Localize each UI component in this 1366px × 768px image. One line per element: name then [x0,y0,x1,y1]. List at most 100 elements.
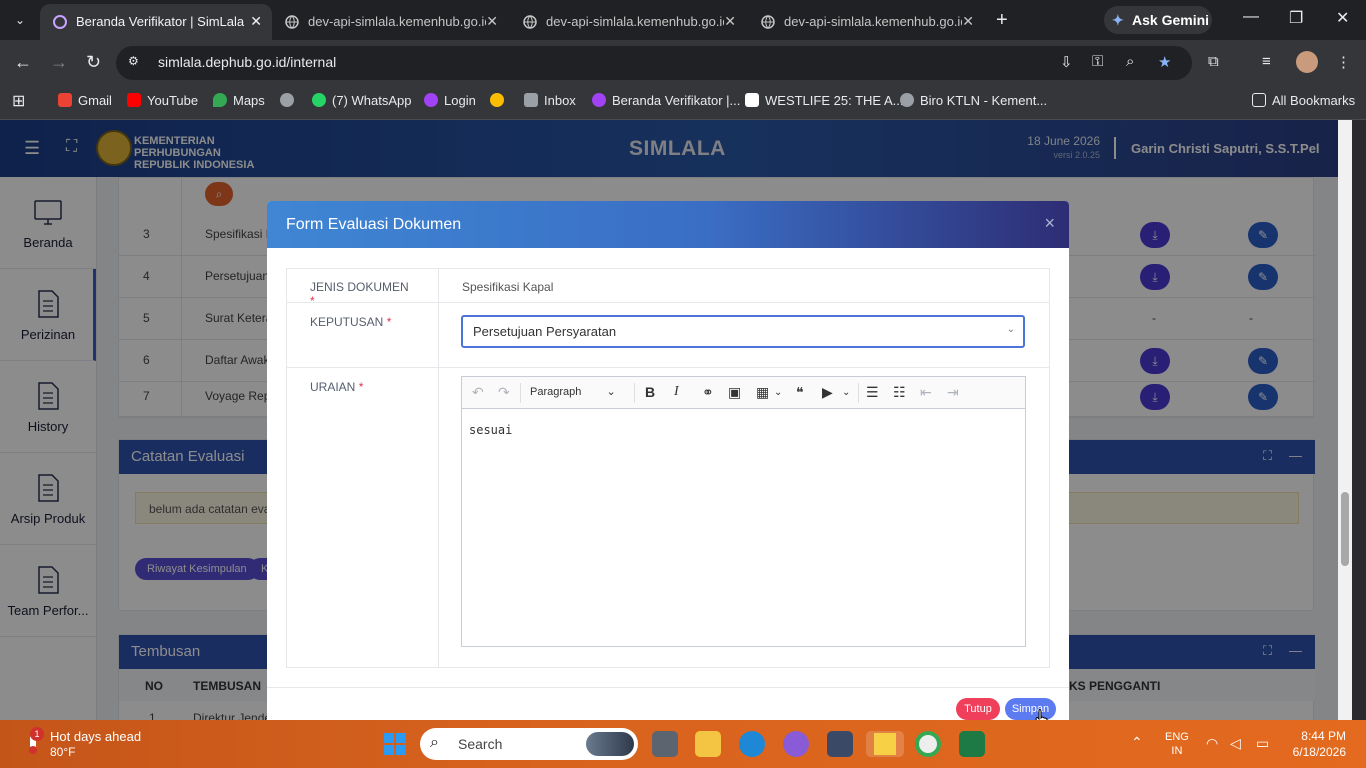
tab-close-icon[interactable]: ✕ [250,13,262,30]
browser-tab-strip: ⌄ Beranda Verifikator | SimLala ✕ dev-ap… [0,0,1366,40]
keputusan-select[interactable]: Persetujuan Persyaratan ⌄ [461,315,1025,348]
bookmark-label: Maps [233,93,265,108]
tab-search-dropdown-icon[interactable]: ⌄ [8,8,32,32]
install-app-icon[interactable]: ⇩ [1060,53,1073,71]
form-evaluasi-modal: Form Evaluasi Dokumen × JENIS DOKUMEN * … [267,201,1069,720]
language-indicator[interactable]: ENG IN [1165,730,1189,758]
bookmark-gmail[interactable]: Gmail [58,93,112,108]
heading-dropdown[interactable]: Paragraph ⌄ [530,385,616,398]
bold-icon[interactable]: B [645,384,655,400]
address-bar[interactable]: ⚙ simlala.dephub.go.id/internal ⇩ ⚿ ⌕ ★ [116,46,1192,80]
sticky-notes-icon [874,733,896,755]
italic-icon[interactable]: I [674,384,679,400]
bookmark-maps[interactable]: Maps [213,93,265,108]
excel-icon[interactable] [959,731,985,757]
page-scrollbar[interactable] [1338,120,1352,720]
login-icon [424,93,438,107]
all-bookmarks[interactable]: All Bookmarks [1252,93,1355,108]
tutup-button[interactable]: Tutup [956,698,1000,720]
task-view-icon[interactable] [652,731,678,757]
tab-title: Beranda Verifikator | SimLala [76,14,245,29]
bookmarks-bar: ⊞ Gmail YouTube Maps (7) WhatsApp Login … [0,86,1366,120]
link-icon[interactable]: ⚭ [702,384,714,401]
forward-arrow-icon[interactable]: → [50,52,68,72]
tab-close-icon[interactable]: ✕ [962,13,974,30]
bookmark-globe[interactable] [280,93,300,108]
site-info-icon[interactable]: ⚙ [128,54,146,72]
scrollbar-thumb[interactable] [1341,492,1349,566]
browser-tab-active[interactable]: Beranda Verifikator | SimLala ✕ [40,4,272,40]
chevron-down-icon: ⌄ [1006,324,1015,335]
chevron-down-icon[interactable]: ⌄ [842,387,850,398]
table-icon[interactable]: ▦ [756,384,769,401]
bookmark-label: WESTLIFE 25: THE A... [765,93,904,108]
apps-grid-icon[interactable]: ⊞ [12,91,25,111]
bookmark-biro-ktln[interactable]: Biro KTLN - Kement... [900,93,1047,108]
ask-gemini-label: Ask Gemini [1132,12,1210,28]
edge-icon[interactable] [739,731,765,757]
browser-tab[interactable]: dev-api-simlala.kemenhub.go.id ✕ [272,4,508,40]
wifi-icon[interactable]: ◠ [1206,735,1218,752]
volume-icon[interactable]: ◁ [1230,735,1241,752]
bookmark-inbox[interactable]: Inbox [524,93,576,108]
browser-tab[interactable]: dev-api-simlala.kemenhub.go.id ✕ [748,4,984,40]
windows-start-icon[interactable] [384,733,406,755]
folder-icon [1252,93,1266,107]
zoom-icon[interactable]: ⌕ [1126,53,1134,70]
insert-image-icon[interactable]: ▣ [728,384,741,401]
battery-icon[interactable]: ▭ [1256,735,1269,752]
back-arrow-icon[interactable]: ← [14,52,32,72]
blockquote-icon[interactable]: ❝ [796,384,804,401]
clock-time[interactable]: 8:44 PM [1301,729,1346,743]
bookmark-beranda[interactable]: Beranda Verifikator |... [592,93,740,108]
undo-icon[interactable]: ↶ [472,384,484,401]
reload-icon[interactable]: ↻ [86,52,101,72]
clock-date[interactable]: 6/18/2026 [1293,745,1346,759]
taskbar-search[interactable]: ⌕ Search [420,728,638,760]
indent-icon[interactable]: ⇥ [947,384,959,401]
profile-avatar[interactable] [1296,51,1318,73]
keputusan-row: KEPUTUSAN * Persetujuan Persyaratan ⌄ [287,303,1049,368]
password-key-icon[interactable]: ⚿ [1092,53,1103,70]
outdent-icon[interactable]: ⇤ [920,384,932,401]
copilot-icon[interactable] [783,731,809,757]
window-close-icon[interactable]: ✕ [1336,8,1349,28]
chevron-down-icon[interactable]: ⌄ [774,387,782,398]
weather-temperature: 80°F [50,745,76,759]
media-embed-icon[interactable]: ▶ [822,384,833,401]
url-text[interactable]: simlala.dephub.go.id/internal [158,54,336,70]
numbered-list-icon[interactable]: ☷ [893,384,906,401]
camera-app-icon[interactable] [827,731,853,757]
heading-value: Paragraph [530,386,582,398]
media-control-icon[interactable]: ≡ [1262,53,1271,70]
modal-close-icon[interactable]: × [1044,213,1055,234]
sticky-notes-taskbar-button[interactable] [866,731,904,757]
bookmark-youtube[interactable]: YouTube [127,93,198,108]
minimize-icon[interactable]: — [1243,8,1259,26]
chrome-menu-icon[interactable]: ⋮ [1336,53,1351,71]
bookmark-westlife[interactable]: WESTLIFE 25: THE A... [745,93,903,108]
bulleted-list-icon[interactable]: ☰ [866,384,879,401]
tab-close-icon[interactable]: ✕ [724,13,736,30]
file-explorer-icon[interactable] [695,731,721,757]
bookmark-whatsapp[interactable]: (7) WhatsApp [312,93,411,108]
weather-title[interactable]: Hot days ahead [50,729,141,744]
bookmark-pinwheel[interactable] [490,93,510,108]
editor-content[interactable]: sesuai [469,423,512,437]
bookmark-star-icon[interactable]: ★ [1158,53,1171,71]
redo-icon[interactable]: ↷ [498,384,510,401]
tab-title: dev-api-simlala.kemenhub.go.id [784,14,962,29]
ask-gemini-button[interactable]: ✦ Ask Gemini [1104,6,1212,34]
tab-close-icon[interactable]: ✕ [486,13,498,30]
modal-title: Form Evaluasi Dokumen [286,216,462,233]
extensions-puzzle-icon[interactable]: ⧉ [1208,53,1219,70]
whatsapp-icon [312,93,326,107]
browser-tab[interactable]: dev-api-simlala.kemenhub.go.id ✕ [510,4,746,40]
bookmark-login[interactable]: Login [424,93,476,108]
jenis-dokumen-label: JENIS DOKUMEN [310,280,409,294]
chrome-icon[interactable] [915,731,941,757]
simlala-app: ☰ ⛶ KEMENTERIAN PERHUBUNGAN REPUBLIK IND… [0,120,1338,720]
new-tab-button[interactable]: + [996,10,1008,30]
tray-overflow-icon[interactable]: ⌃ [1131,734,1143,751]
maximize-icon[interactable]: ❐ [1289,8,1303,28]
